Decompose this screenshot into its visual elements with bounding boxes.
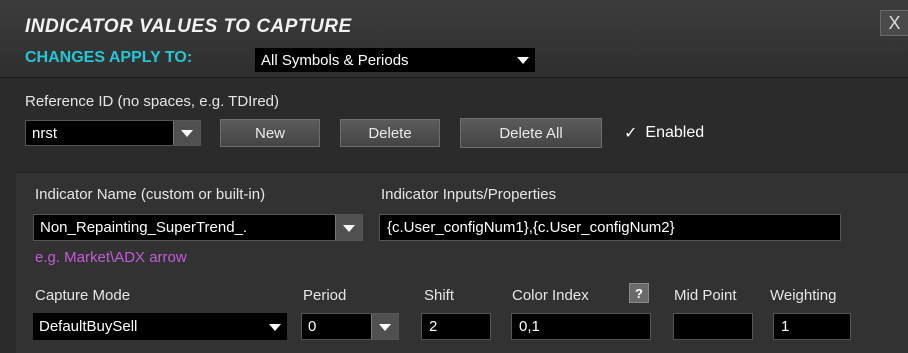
close-button[interactable]: X: [880, 10, 908, 36]
indicator-name-hint: e.g. Market\ADX arrow: [35, 249, 187, 266]
chevron-down-icon: [517, 57, 529, 64]
chevron-down-icon: [181, 130, 193, 137]
shift-field[interactable]: 2: [421, 313, 491, 340]
mid-point-field[interactable]: [673, 313, 753, 340]
chevron-down-icon: [269, 323, 281, 331]
reference-id-label: Reference ID (no spaces, e.g. TDIred): [25, 93, 280, 110]
color-index-label: Color Index: [512, 287, 589, 304]
checkmark-icon: ✓: [624, 125, 638, 142]
color-index-help-button[interactable]: ?: [629, 283, 649, 303]
capture-mode-select[interactable]: DefaultBuySell: [33, 313, 287, 340]
chevron-down-icon: [379, 323, 391, 331]
weighting-field[interactable]: 1: [773, 313, 851, 340]
delete-button[interactable]: Delete: [340, 119, 440, 147]
reference-id-select[interactable]: nrst: [25, 120, 201, 146]
mid-point-label: Mid Point: [674, 287, 737, 304]
indicator-inputs-label: Indicator Inputs/Properties: [381, 186, 557, 203]
reference-id-value: nrst: [32, 124, 58, 142]
period-select[interactable]: 0: [301, 313, 399, 340]
close-icon: X: [888, 12, 901, 33]
capture-mode-label: Capture Mode: [35, 287, 131, 304]
apply-to-select[interactable]: All Symbols & Periods: [255, 48, 535, 72]
indicator-name-select[interactable]: Non_Repainting_SuperTrend_.: [33, 214, 363, 241]
apply-to-value: All Symbols & Periods: [261, 51, 409, 69]
indicator-inputs-field[interactable]: {c.User_configNum1},{c.User_configNum2}: [379, 214, 841, 241]
weighting-label: Weighting: [770, 287, 837, 304]
capture-mode-value: DefaultBuySell: [39, 318, 138, 335]
color-index-field[interactable]: 0,1: [511, 313, 651, 340]
period-value: 0: [308, 318, 317, 335]
chevron-down-icon: [343, 224, 355, 232]
enabled-label: Enabled: [645, 124, 705, 141]
enabled-checkbox[interactable]: ✓ Enabled: [624, 123, 704, 143]
new-button[interactable]: New: [220, 119, 320, 147]
delete-all-button[interactable]: Delete All: [460, 118, 602, 148]
apply-to-label: CHANGES APPLY TO:: [25, 49, 193, 66]
period-label: Period: [303, 287, 347, 304]
shift-label: Shift: [424, 287, 455, 304]
indicator-name-label: Indicator Name (custom or built-in): [35, 186, 266, 203]
dialog-title: INDICATOR VALUES TO CAPTURE: [25, 16, 352, 37]
indicator-name-value: Non_Repainting_SuperTrend_.: [40, 219, 248, 236]
